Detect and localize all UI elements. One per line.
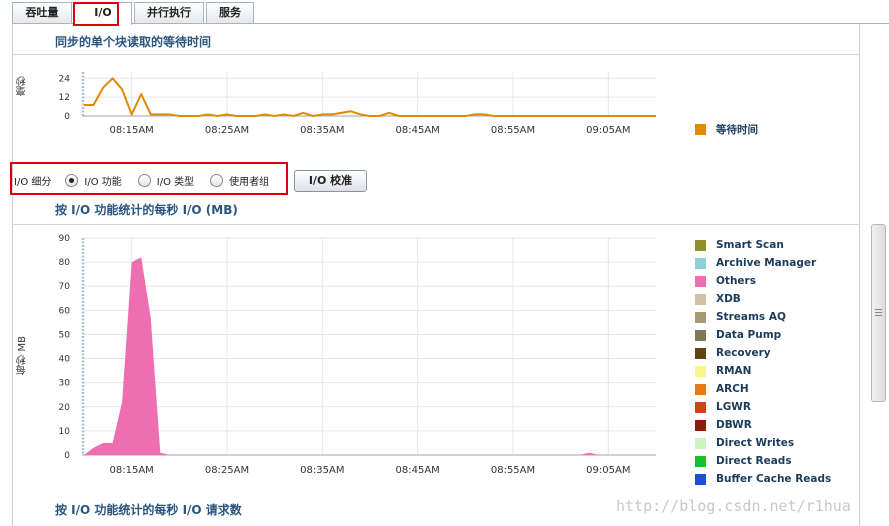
tab-parallel-execution[interactable]: 并行执行 [134, 2, 204, 24]
legend-label: DBWR [716, 419, 752, 431]
io-requests-title: 按 I/O 功能统计的每秒 I/O 请求数 [55, 503, 242, 517]
x-tick-label: 08:45AM [396, 465, 440, 476]
y-tick-label: 70 [59, 282, 71, 292]
radio-consumer-group[interactable] [210, 173, 224, 187]
legend-item: ARCH [695, 380, 831, 398]
legend-item: Others [695, 272, 831, 290]
y-tick-label: 80 [59, 258, 71, 268]
legend-label: Direct Writes [716, 437, 795, 449]
tab-io[interactable]: I/O [74, 2, 132, 25]
io-calibrate-button[interactable]: I/O 校准 [294, 170, 367, 192]
wait-time-title: 同步的单个块读取的等待时间 [55, 35, 212, 49]
legend-label: XDB [716, 293, 741, 305]
legend-item: Smart Scan [695, 236, 831, 254]
io-mb-chart: 0 10 20 30 40 50 60 70 80 90 08:15AM 08:25AM 08:35AM… [59, 234, 656, 476]
legend-label: LGWR [716, 401, 751, 413]
legend-label: Direct Reads [716, 455, 792, 467]
legend-swatch [695, 329, 706, 341]
legend-swatch [695, 419, 706, 431]
x-tick-label: 08:25AM [205, 465, 249, 476]
x-tick-label: 08:15AM [110, 125, 154, 136]
y-tick-label: 0 [64, 112, 70, 122]
legend-swatch [695, 293, 706, 305]
section-divider [12, 54, 860, 55]
legend-label: Buffer Cache Reads [716, 473, 832, 485]
x-tick-label: 09:05AM [586, 125, 630, 136]
legend-item: Streams AQ [695, 308, 831, 326]
y-tick-label: 10 [59, 427, 71, 437]
legend-swatch [695, 257, 706, 269]
io-breakdown-label: I/O 细分 [14, 176, 52, 188]
y-tick-label: 24 [59, 74, 71, 84]
y-tick-label: 40 [59, 355, 71, 365]
y-tick-label: 50 [59, 330, 71, 340]
x-tick-label: 08:35AM [300, 465, 344, 476]
vertical-scrollbar[interactable] [871, 224, 886, 402]
scrollbar-grip-icon [875, 309, 882, 316]
x-tick-label: 08:15AM [110, 465, 154, 476]
wait-time-legend: 等待时间 [695, 120, 758, 138]
legend-item: Data Pump [695, 326, 831, 344]
radio-io-type[interactable] [137, 173, 151, 187]
legend-swatch [695, 383, 706, 395]
legend-item: LGWR [695, 398, 831, 416]
legend-swatch [695, 275, 706, 287]
x-tick-label: 08:25AM [205, 125, 249, 136]
legend-label: Others [716, 275, 756, 287]
legend-item: XDB [695, 290, 831, 308]
y-tick-label: 60 [59, 306, 71, 316]
legend-label: Streams AQ [716, 311, 786, 323]
legend-item: Recovery [695, 344, 831, 362]
legend-label: RMAN [716, 365, 752, 377]
io-mb-title: 按 I/O 功能统计的每秒 I/O (MB) [55, 203, 238, 217]
legend-item: Direct Reads [695, 452, 831, 470]
x-tick-label: 08:55AM [491, 465, 535, 476]
wait-time-chart: 0 12 24 08:15AM 08:25AM 08:35AM 08:45AM 08:55AM… [59, 72, 656, 136]
legend-item: Archive Manager [695, 254, 831, 272]
io-breakdown-options: I/O 细分 I/O 功能 I/O 类型 使用者组 [14, 168, 269, 192]
legend-swatch [695, 455, 706, 467]
legend-item: DBWR [695, 416, 831, 434]
radio-io-type-label: I/O 类型 [156, 176, 195, 188]
y-tick-label: 90 [59, 234, 71, 244]
radio-io-function[interactable] [65, 173, 79, 187]
legend-item: Direct Writes [695, 434, 831, 452]
legend-label: Data Pump [716, 329, 782, 341]
radio-consumer-group-label: 使用者组 [229, 176, 270, 188]
io-mb-legend: Smart Scan Archive Manager Others XDB Stream… [695, 236, 831, 488]
x-tick-label: 08:35AM [300, 125, 344, 136]
radio-io-function-label: I/O 功能 [84, 176, 122, 188]
x-tick-label: 08:55AM [491, 125, 535, 136]
legend-swatch [695, 123, 706, 135]
legend-item: RMAN [695, 362, 831, 380]
tab-throughput[interactable]: 吞吐量 [12, 2, 72, 24]
legend-label: Archive Manager [716, 257, 817, 269]
legend-label: ARCH [716, 383, 749, 395]
y-tick-label: 0 [64, 451, 70, 461]
legend-swatch [695, 347, 706, 359]
legend-swatch [695, 311, 706, 323]
legend-label: 等待时间 [716, 123, 758, 136]
legend-item: 等待时间 [695, 120, 758, 138]
watermark: http://blog.csdn.net/r1hua [616, 497, 851, 515]
y-tick-label: 12 [59, 93, 70, 103]
legend-label: Recovery [716, 347, 771, 359]
x-tick-label: 09:05AM [586, 465, 630, 476]
y-tick-label: 20 [59, 403, 71, 413]
legend-swatch [695, 401, 706, 413]
tab-services[interactable]: 服务 [206, 2, 254, 24]
legend-swatch [695, 365, 706, 377]
legend-item: Buffer Cache Reads [695, 470, 831, 488]
legend-swatch [695, 437, 706, 449]
legend-swatch [695, 473, 706, 485]
x-tick-label: 08:45AM [396, 125, 440, 136]
legend-swatch [695, 239, 706, 251]
y-tick-label: 30 [59, 379, 71, 389]
section-divider [12, 224, 860, 225]
plot-area [84, 238, 656, 455]
legend-label: Smart Scan [716, 239, 784, 251]
